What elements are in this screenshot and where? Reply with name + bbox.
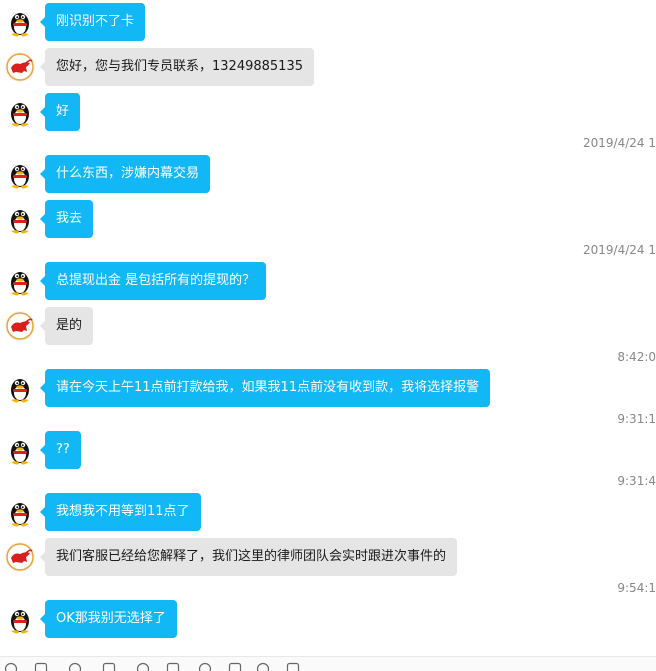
- bull-avatar[interactable]: [5, 52, 35, 82]
- message-timestamp: 9:54:1: [0, 581, 656, 597]
- timestamp-text: 2019/4/24 1: [583, 243, 656, 257]
- received-message-bubble[interactable]: 是的: [45, 307, 93, 345]
- bull-avatar[interactable]: [5, 542, 35, 572]
- timestamp-text: 9:31:4: [617, 474, 656, 488]
- timestamp-text: 2019/4/24 1: [583, 136, 656, 150]
- penguin-avatar[interactable]: [5, 204, 35, 234]
- sent-message-bubble[interactable]: ??: [45, 431, 81, 469]
- sent-message-bubble[interactable]: 总提现出金 是包括所有的提现的？: [45, 262, 266, 300]
- penguin-avatar[interactable]: [5, 373, 35, 403]
- sent-message-bubble[interactable]: 什么东西，涉嫌内幕交易: [45, 155, 210, 193]
- sent-message-bubble[interactable]: 请在今天上午11点前打款给我，如果我11点前没有收到款，我将选择报警: [45, 369, 490, 407]
- message-timestamp: 9:31:1: [0, 412, 656, 428]
- sent-message-bubble[interactable]: 我去: [45, 200, 93, 238]
- timestamp-text: 8:42:0: [617, 350, 656, 364]
- received-message-bubble[interactable]: 我们客服已经给您解释了，我们这里的律师团队会实时跟进次事件的: [45, 538, 457, 576]
- message-timestamp: 2019/4/24 1: [0, 243, 656, 259]
- bull-avatar[interactable]: [5, 311, 35, 341]
- message-timestamp: 8:42:0: [0, 350, 656, 366]
- message-timestamp: 9:31:4: [0, 474, 656, 490]
- penguin-avatar[interactable]: [5, 97, 35, 127]
- penguin-avatar[interactable]: [5, 7, 35, 37]
- received-message-bubble[interactable]: 您好，您与我们专员联系，13249885135: [45, 48, 314, 86]
- penguin-avatar[interactable]: [5, 435, 35, 465]
- chat-message-area[interactable]: 刚识别不了卡 您好，您与我们专员联系，13249885135 好 2019/4/2…: [0, 0, 656, 660]
- timestamp-text: 9:31:1: [617, 412, 656, 426]
- penguin-avatar[interactable]: [5, 604, 35, 634]
- timestamp-text: 9:54:1: [617, 581, 656, 595]
- penguin-avatar[interactable]: [5, 266, 35, 296]
- penguin-avatar[interactable]: [5, 159, 35, 189]
- sent-message-bubble[interactable]: OK那我别无选择了: [45, 600, 177, 638]
- penguin-avatar[interactable]: [5, 497, 35, 527]
- input-toolbar: [0, 656, 656, 671]
- message-timestamp: 2019/4/24 1: [0, 136, 656, 152]
- sent-message-bubble[interactable]: 刚识别不了卡: [45, 3, 145, 41]
- sent-message-bubble[interactable]: 我想我不用等到11点了: [45, 493, 201, 531]
- sent-message-bubble[interactable]: 好: [45, 93, 80, 131]
